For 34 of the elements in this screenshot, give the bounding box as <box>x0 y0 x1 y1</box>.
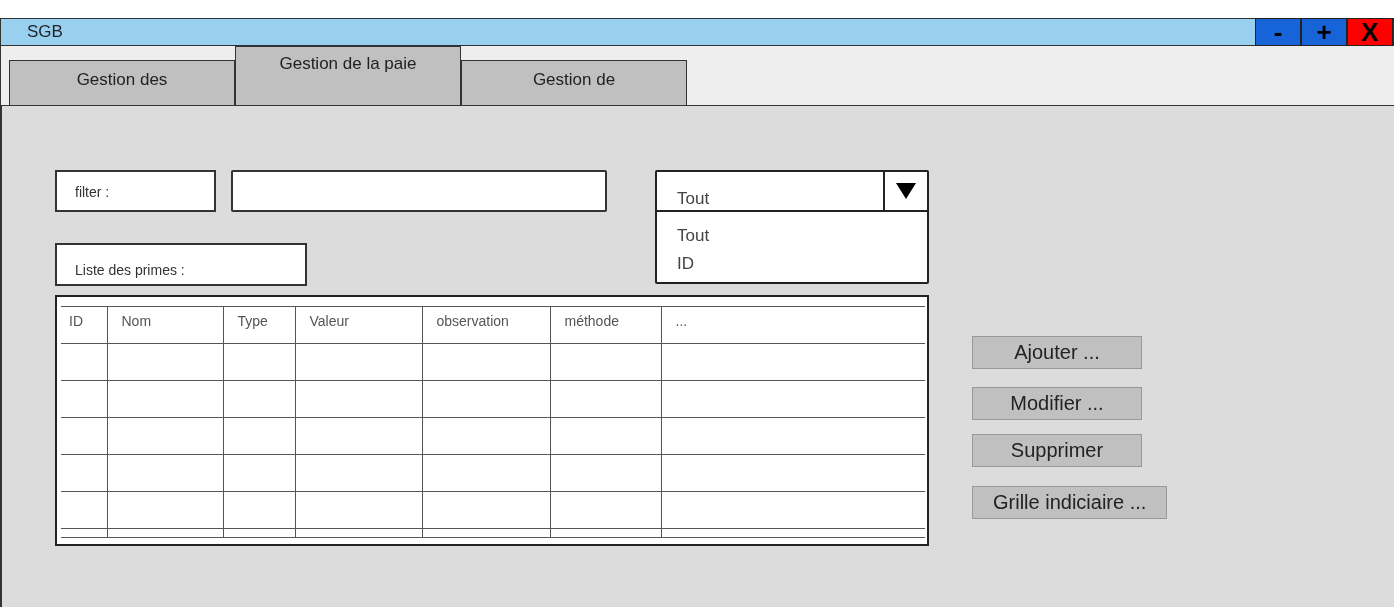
minimize-button[interactable]: - <box>1255 18 1301 46</box>
window-title: SGB <box>26 21 64 44</box>
action-button[interactable]: Grille indiciaire ... <box>972 486 1168 519</box>
tab[interactable]: Gestion des <box>9 60 235 105</box>
close-button[interactable]: X <box>1347 18 1393 46</box>
action-button[interactable]: Supprimer <box>972 434 1142 467</box>
maximize-button[interactable]: + <box>1301 18 1347 46</box>
filter-field[interactable] <box>231 170 607 212</box>
list-label: Liste des primes : <box>55 243 307 286</box>
tab[interactable]: Gestion de <box>461 60 687 105</box>
table-cell <box>61 343 107 381</box>
filter-label: filter : <box>55 170 216 212</box>
column-header: ... <box>661 306 925 344</box>
column-header: observation <box>422 306 550 344</box>
dropdown-option[interactable]: Tout <box>657 222 927 250</box>
column-header: Nom <box>107 306 223 344</box>
table-cell <box>223 454 295 492</box>
column-header: ID <box>61 306 107 344</box>
column-header: méthode <box>550 306 661 344</box>
tab[interactable]: Gestion de la paie <box>235 46 461 105</box>
action-button[interactable]: Ajouter ... <box>972 336 1142 369</box>
caret-icon <box>896 183 916 199</box>
dropdown-option[interactable]: ID <box>657 250 927 278</box>
action-button[interactable]: Modifier ... <box>972 387 1142 420</box>
dropdown[interactable]: Tout Tout ID <box>655 170 929 284</box>
table-cell <box>61 454 107 492</box>
table-cell <box>61 417 107 455</box>
column-header: Type <box>223 306 295 344</box>
table-cell <box>223 343 295 381</box>
table-cell <box>61 380 107 418</box>
table-cell <box>223 417 295 455</box>
dropdown-value: Tout <box>676 188 711 210</box>
column-header: Valeur <box>295 306 422 344</box>
table-cell <box>223 380 295 418</box>
